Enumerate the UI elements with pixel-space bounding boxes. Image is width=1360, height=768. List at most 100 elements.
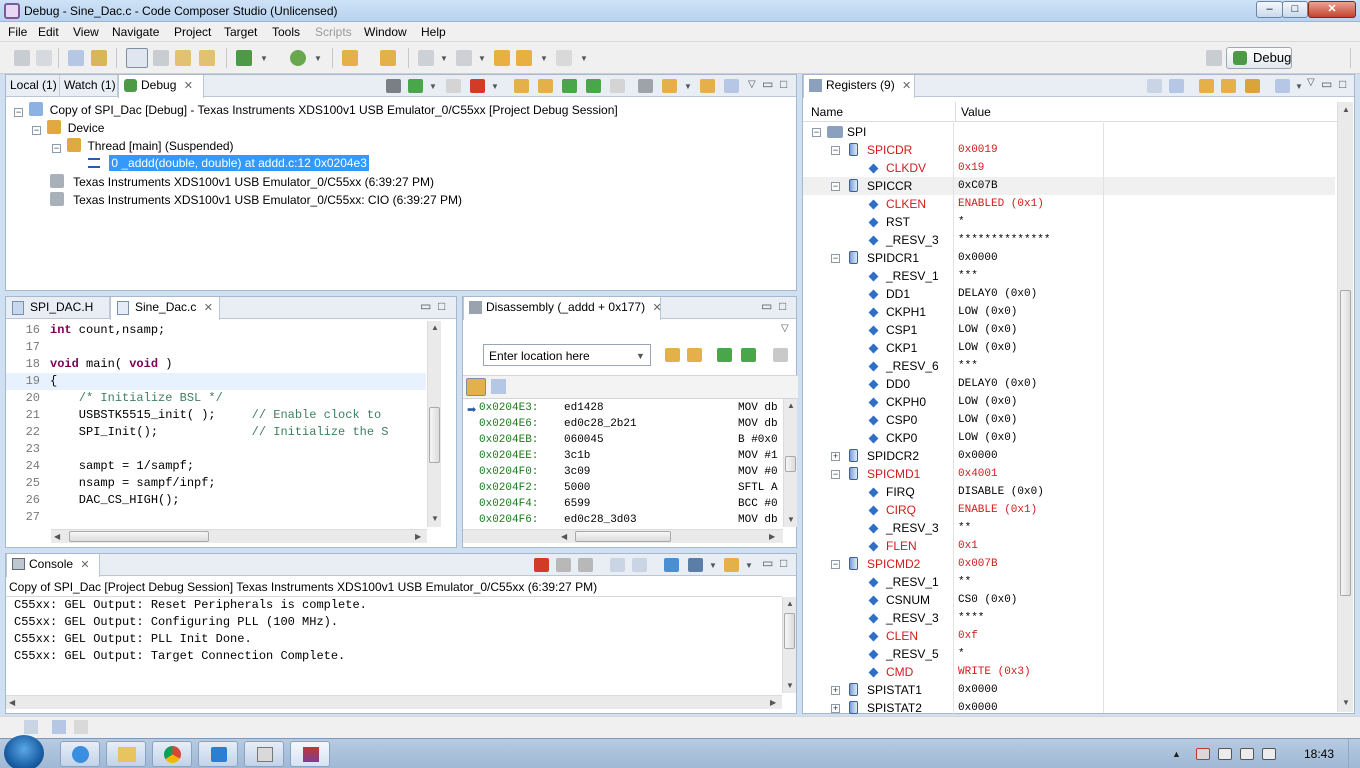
- register-field-row[interactable]: _RESV_6 ***: [803, 357, 1335, 375]
- close-tab-icon[interactable]: ✕: [184, 80, 193, 92]
- register-value[interactable]: LOW (0x0): [958, 429, 1017, 447]
- scroll-lock-icon[interactable]: [632, 558, 647, 572]
- tab-disassembly[interactable]: Disassembly (_addd + 0x177) ✕: [463, 297, 662, 320]
- tab-sine-dac-c[interactable]: Sine_Dac.c ✕: [110, 297, 220, 320]
- register-field-row[interactable]: _RESV_1 ***: [803, 267, 1335, 285]
- register-field-row[interactable]: _RESV_3 **************: [803, 231, 1335, 249]
- run-icon[interactable]: [290, 50, 306, 66]
- device-tray-icon[interactable]: [1262, 748, 1276, 760]
- register-value[interactable]: LOW (0x0): [958, 411, 1017, 429]
- terminate-icon[interactable]: [470, 79, 485, 93]
- disassembly-hscroll[interactable]: ◀ ▶: [463, 529, 783, 543]
- collapse-icon[interactable]: −: [831, 560, 840, 569]
- register-field-row[interactable]: CSP1 LOW (0x0): [803, 321, 1335, 339]
- register-value[interactable]: CS0 (0x0): [958, 591, 1017, 609]
- register-row[interactable]: − SPICCR 0xC07B: [803, 177, 1335, 195]
- register-row[interactable]: + SPISTAT2 0x0000: [803, 699, 1335, 717]
- asm-step-over-icon[interactable]: [741, 348, 756, 362]
- tab-debug[interactable]: Debug ✕: [118, 75, 204, 98]
- register-field-row[interactable]: CIRQ ENABLE (0x1): [803, 501, 1335, 519]
- menu-project[interactable]: Project: [174, 25, 211, 39]
- drop-frame-icon[interactable]: [610, 79, 625, 93]
- remove-launch-icon[interactable]: [556, 558, 571, 572]
- register-row[interactable]: − SPICMD1 0x4001: [803, 465, 1335, 483]
- prev-annotation-icon[interactable]: [456, 50, 472, 66]
- register-value[interactable]: 0x007B: [958, 555, 998, 573]
- pin-icon[interactable]: [380, 50, 396, 66]
- menu-file[interactable]: File: [8, 25, 27, 39]
- view-menu-icon[interactable]: ▽: [1307, 77, 1315, 88]
- register-field-row[interactable]: DD0 DELAY0 (0x0): [803, 375, 1335, 393]
- register-field-row[interactable]: RST *: [803, 213, 1335, 231]
- volume-icon[interactable]: [1240, 748, 1254, 760]
- tree-thread[interactable]: − Thread [main] (Suspended): [52, 136, 234, 154]
- register-row[interactable]: + SPIDCR2 0x0000: [803, 447, 1335, 465]
- register-group-row[interactable]: − SPI: [803, 123, 1335, 141]
- asm-step-into-icon[interactable]: [717, 348, 732, 362]
- register-value[interactable]: 0x0000: [958, 447, 998, 465]
- collapse-all-icon[interactable]: [1147, 79, 1162, 93]
- minimize-view-icon[interactable]: ▭: [1321, 77, 1332, 91]
- network-icon[interactable]: [1218, 748, 1232, 760]
- register-value[interactable]: LOW (0x0): [958, 339, 1017, 357]
- link-with-pc-icon[interactable]: [466, 378, 486, 396]
- register-field-row[interactable]: CSP0 LOW (0x0): [803, 411, 1335, 429]
- tab-watch[interactable]: Watch (1): [60, 75, 118, 97]
- register-value[interactable]: 0x0000: [958, 699, 998, 717]
- next-annotation-icon[interactable]: [418, 50, 434, 66]
- step-return-icon[interactable]: [562, 79, 577, 93]
- load-program-icon[interactable]: [175, 50, 191, 66]
- clear-console-icon[interactable]: [610, 558, 625, 572]
- view-menu-icon[interactable]: ▽: [781, 323, 789, 334]
- menu-navigate[interactable]: Navigate: [112, 25, 159, 39]
- debug-perspective-button[interactable]: Debug: [1226, 47, 1292, 69]
- tree-device[interactable]: − Device: [32, 118, 104, 136]
- register-value[interactable]: 0x0000: [958, 681, 998, 699]
- console-hscroll[interactable]: ◀ ▶: [6, 695, 782, 709]
- editor-vscroll[interactable]: ▲ ▼: [427, 321, 441, 527]
- tree-emulator[interactable]: Texas Instruments XDS100v1 USB Emulator_…: [50, 172, 434, 190]
- code-line[interactable]: DAC_CS_HIGH();: [50, 492, 180, 509]
- print-icon[interactable]: [36, 50, 52, 66]
- restart-icon[interactable]: [662, 79, 677, 93]
- toggle-view-icon[interactable]: [126, 48, 148, 68]
- taskbar-app-m[interactable]: [198, 741, 238, 767]
- expand-icon[interactable]: +: [831, 686, 840, 695]
- register-value[interactable]: DISABLE (0x0): [958, 483, 1044, 501]
- start-button[interactable]: [4, 735, 44, 768]
- debug-icon[interactable]: [236, 50, 252, 66]
- open-console-icon[interactable]: [724, 558, 739, 572]
- maximize-button[interactable]: □: [1282, 1, 1308, 18]
- register-value[interactable]: 0xC07B: [958, 177, 998, 195]
- register-row[interactable]: − SPICMD2 0x007B: [803, 555, 1335, 573]
- collapse-icon[interactable]: −: [32, 126, 41, 135]
- menu-tools[interactable]: Tools: [272, 25, 300, 39]
- assembly-step-icon[interactable]: [586, 79, 601, 93]
- fast-view-icon[interactable]: [24, 720, 38, 734]
- register-field-row[interactable]: CKP1 LOW (0x0): [803, 339, 1335, 357]
- collapse-icon[interactable]: −: [831, 470, 840, 479]
- register-row[interactable]: − SPICDR 0x0019: [803, 141, 1335, 159]
- action-center-icon[interactable]: [1196, 748, 1210, 760]
- code-line[interactable]: nsamp = sampf/inpf;: [50, 475, 216, 492]
- minimize-view-icon[interactable]: ▭: [762, 556, 773, 570]
- taskbar-app-box[interactable]: [244, 741, 284, 767]
- register-row[interactable]: − SPIDCR1 0x0000: [803, 249, 1335, 267]
- collapse-all-icon[interactable]: [724, 79, 739, 93]
- open-file-icon[interactable]: [68, 50, 84, 66]
- register-value[interactable]: 0x19: [958, 159, 984, 177]
- column-name[interactable]: Name: [811, 105, 843, 119]
- taskbar-ccs[interactable]: [290, 741, 330, 767]
- open-perspective-icon[interactable]: [1206, 50, 1222, 66]
- register-field-row[interactable]: CKP0 LOW (0x0): [803, 429, 1335, 447]
- register-field-row[interactable]: CMD WRITE (0x3): [803, 663, 1335, 681]
- code-line[interactable]: {: [50, 373, 57, 390]
- register-value[interactable]: DELAY0 (0x0): [958, 285, 1037, 303]
- collapse-icon[interactable]: −: [812, 128, 821, 137]
- taskbar-chrome[interactable]: [152, 741, 192, 767]
- display-console-icon[interactable]: [688, 558, 703, 572]
- editor-hscroll[interactable]: ◀ ▶: [51, 529, 427, 543]
- task-icon[interactable]: [74, 720, 88, 734]
- column-value[interactable]: Value: [961, 105, 991, 119]
- menu-window[interactable]: Window: [364, 25, 407, 39]
